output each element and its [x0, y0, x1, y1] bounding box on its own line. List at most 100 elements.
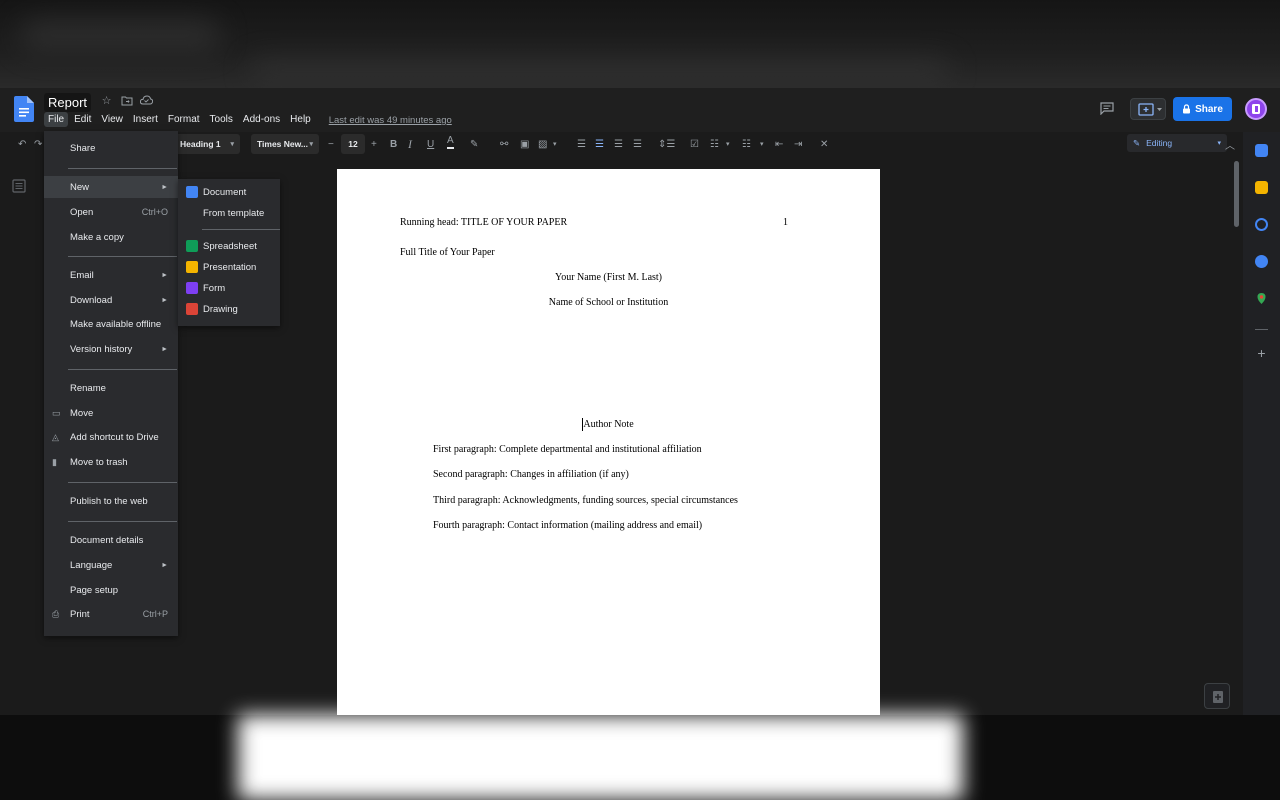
document-title[interactable]: Report	[44, 93, 92, 112]
link-icon[interactable]: ⚯	[500, 134, 508, 154]
paragraph: First paragraph: Complete departmental a…	[433, 444, 702, 455]
contacts-icon[interactable]	[1255, 255, 1268, 268]
lock-icon	[1183, 104, 1191, 114]
menu-item-language[interactable]: Language ►	[44, 554, 178, 576]
vertical-scrollbar[interactable]	[1234, 161, 1239, 227]
menu-item-make-available-offline[interactable]: Make available offline	[44, 313, 178, 335]
chevron-down-icon: ▾	[309, 141, 313, 148]
chevron-down-icon[interactable]: ▾	[726, 134, 730, 154]
menu-tools[interactable]: Tools	[206, 112, 237, 127]
docs-logo-icon[interactable]	[14, 96, 34, 122]
align-left-icon[interactable]: ☰	[577, 134, 586, 154]
sheets-icon	[186, 240, 198, 252]
paragraph-style-select[interactable]: Heading 1 ▾	[174, 134, 240, 154]
menu-format[interactable]: Format	[164, 112, 204, 127]
blurred-background-bottom	[0, 715, 1280, 800]
underline-icon[interactable]: U	[427, 134, 434, 154]
menu-item-label: Make a copy	[70, 231, 124, 243]
shortcut-label: Ctrl+P	[142, 609, 168, 619]
printer-icon: ⎙	[52, 608, 60, 619]
menu-item-publish-to-the-web[interactable]: Publish to the web	[44, 490, 178, 512]
submenu-item-drawing[interactable]: Drawing	[178, 299, 280, 319]
submenu-item-label: Form	[203, 282, 226, 294]
account-avatar[interactable]	[1245, 98, 1267, 120]
cloud-status-icon[interactable]	[139, 95, 154, 108]
submenu-item-form[interactable]: Form	[178, 278, 280, 298]
comment-history-icon[interactable]	[1100, 102, 1114, 115]
menu-item-move-to-trash[interactable]: ▮ Move to trash	[44, 451, 178, 473]
bulleted-list-icon[interactable]: ☷	[710, 134, 719, 154]
chevron-down-icon[interactable]: ▾	[760, 134, 764, 154]
increase-indent-icon[interactable]: ⇥	[794, 134, 802, 154]
menu-item-email[interactable]: Email ►	[44, 264, 178, 286]
line-spacing-icon[interactable]: ⇕☰	[658, 134, 675, 154]
italic-icon[interactable]: I	[408, 134, 412, 154]
menu-item-label: Share	[70, 142, 96, 154]
document-outline-icon[interactable]	[12, 179, 26, 193]
clear-formatting-icon[interactable]: ✕	[820, 134, 828, 154]
editing-mode-select[interactable]: ✎ Editing ▾	[1127, 134, 1227, 152]
menu-insert[interactable]: Insert	[129, 112, 162, 127]
menu-file[interactable]: File	[44, 112, 69, 127]
last-edit-link[interactable]: Last edit was 49 minutes ago	[329, 112, 452, 127]
submenu-arrow-icon: ►	[161, 183, 168, 191]
menu-view[interactable]: View	[97, 112, 127, 127]
decrease-indent-icon[interactable]: ⇤	[775, 134, 783, 154]
text-color-icon[interactable]: A	[447, 134, 454, 149]
meet-present-button[interactable]	[1130, 98, 1166, 120]
checklist-icon[interactable]: ☑	[690, 134, 699, 154]
collapse-menus-icon[interactable]: ︿	[1225, 134, 1235, 154]
undo-icon[interactable]: ↶	[18, 134, 26, 154]
font-size-value: 12	[348, 139, 358, 149]
submenu-item-document[interactable]: Document	[178, 182, 280, 202]
add-addon-icon[interactable]: +	[1255, 346, 1268, 360]
menu-item-open[interactable]: Open Ctrl+O	[44, 201, 178, 223]
menu-item-document-details[interactable]: Document details	[44, 529, 178, 551]
align-right-icon[interactable]: ☰	[614, 134, 623, 154]
menu-item-move[interactable]: ▭ Move	[44, 402, 178, 424]
menu-edit[interactable]: Edit	[70, 112, 95, 127]
share-button[interactable]: Share	[1173, 97, 1232, 121]
document-page[interactable]: Running head: TITLE OF YOUR PAPER 1 Full…	[337, 169, 880, 715]
tasks-icon[interactable]	[1255, 218, 1268, 231]
highlight-icon[interactable]: ✎	[470, 134, 478, 154]
formatting-toolbar: ↶ ↷ Heading 1 ▾ Times New... ▾ − 12 + B …	[10, 134, 1240, 154]
menu-item-new[interactable]: New ►	[44, 176, 178, 198]
image-icon[interactable]: ▨	[538, 134, 547, 154]
menu-item-page-setup[interactable]: Page setup	[44, 579, 178, 601]
font-select[interactable]: Times New... ▾	[251, 134, 319, 154]
justify-icon[interactable]: ☰	[633, 134, 642, 154]
redo-icon[interactable]: ↷	[34, 134, 42, 154]
star-icon[interactable]: ☆	[100, 95, 113, 108]
full-title: Full Title of Your Paper	[400, 247, 495, 258]
font-size-input[interactable]: 12	[341, 134, 365, 154]
menu-item-make-a-copy[interactable]: Make a copy	[44, 226, 178, 248]
submenu-item-spreadsheet[interactable]: Spreadsheet	[178, 236, 280, 256]
menu-item-rename[interactable]: Rename	[44, 377, 178, 399]
menu-item-print[interactable]: ⎙ Print Ctrl+P	[44, 603, 178, 625]
menu-divider	[68, 256, 177, 257]
numbered-list-icon[interactable]: ☷	[742, 134, 751, 154]
increase-font-icon[interactable]: +	[371, 134, 377, 154]
menu-item-add-shortcut-to-drive[interactable]: ◬ Add shortcut to Drive	[44, 426, 178, 448]
menu-help[interactable]: Help	[286, 112, 315, 127]
menu-item-share[interactable]: Share	[44, 137, 178, 159]
menu-item-download[interactable]: Download ►	[44, 289, 178, 311]
paragraph: Fourth paragraph: Contact information (m…	[433, 520, 703, 531]
menu-addons[interactable]: Add-ons	[239, 112, 284, 127]
calendar-icon[interactable]	[1255, 144, 1268, 157]
chevron-down-icon: ▾	[230, 141, 234, 148]
chevron-down-icon[interactable]: ▾	[553, 134, 557, 154]
maps-icon[interactable]	[1255, 292, 1268, 305]
submenu-item-from-template[interactable]: From template	[178, 203, 280, 223]
bold-icon[interactable]: B	[390, 134, 397, 154]
move-folder-icon[interactable]	[120, 95, 133, 108]
decrease-font-icon[interactable]: −	[328, 134, 334, 154]
add-comment-icon[interactable]: ▣	[520, 134, 529, 154]
keep-icon[interactable]	[1255, 181, 1268, 194]
explore-button[interactable]	[1204, 683, 1230, 709]
menu-item-label: Publish to the web	[70, 495, 148, 507]
menu-item-version-history[interactable]: Version history ►	[44, 338, 178, 360]
submenu-item-presentation[interactable]: Presentation	[178, 257, 280, 277]
align-center-icon[interactable]: ☰	[595, 134, 604, 154]
